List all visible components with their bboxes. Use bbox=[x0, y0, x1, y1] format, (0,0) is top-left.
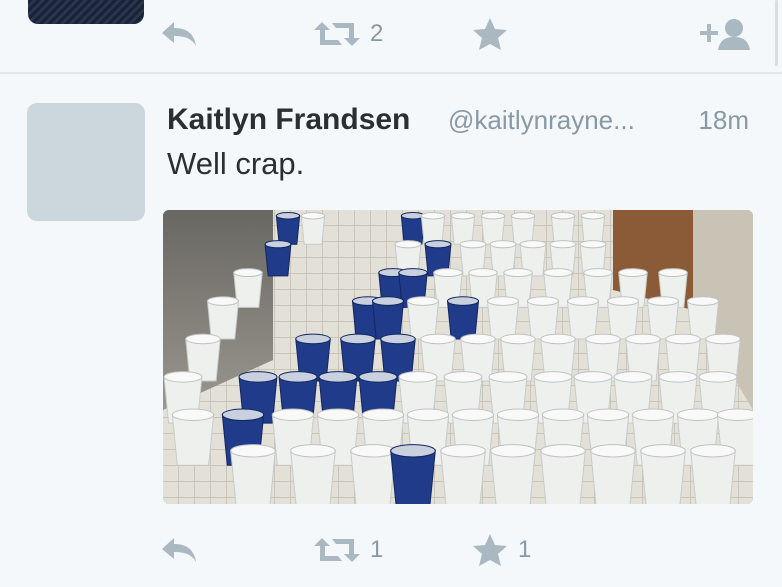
tweet-timestamp[interactable]: 18m bbox=[698, 100, 749, 140]
tweet-actions: 1 1 bbox=[0, 530, 782, 570]
follow-button[interactable] bbox=[700, 14, 754, 54]
previous-tweet-actions: 2 bbox=[0, 14, 782, 54]
favorite-icon bbox=[472, 533, 508, 567]
retweet-button[interactable]: 1 bbox=[314, 530, 383, 570]
retweet-icon bbox=[314, 536, 360, 564]
previous-reply-button[interactable] bbox=[160, 14, 200, 54]
tweet-text: Well crap. bbox=[167, 146, 305, 181]
tweet[interactable]: Kaitlyn Frandsen @kaitlynrayne... 18m We… bbox=[0, 74, 782, 587]
avatar[interactable] bbox=[27, 103, 145, 221]
reply-icon bbox=[160, 535, 200, 565]
tweet-header: Kaitlyn Frandsen @kaitlynrayne... 18m bbox=[167, 100, 757, 140]
photo-image bbox=[163, 210, 753, 504]
retweet-icon bbox=[314, 20, 360, 48]
previous-retweet-count: 2 bbox=[370, 20, 384, 47]
favorite-icon bbox=[472, 17, 508, 51]
author-handle[interactable]: @kaitlynrayne... bbox=[448, 100, 635, 140]
retweet-count: 1 bbox=[370, 536, 384, 563]
follow-icon bbox=[700, 17, 754, 51]
scrollbar[interactable] bbox=[775, 0, 778, 66]
tweet-photo[interactable] bbox=[163, 210, 753, 504]
previous-tweet: 2 bbox=[0, 0, 782, 72]
reply-icon bbox=[160, 19, 200, 49]
author-name[interactable]: Kaitlyn Frandsen bbox=[167, 100, 410, 140]
previous-favorite-button[interactable] bbox=[472, 14, 508, 54]
previous-retweet-button[interactable]: 2 bbox=[314, 14, 383, 54]
reply-button[interactable] bbox=[160, 530, 200, 570]
favorite-count: 1 bbox=[518, 536, 532, 563]
favorite-button[interactable]: 1 bbox=[472, 530, 531, 570]
